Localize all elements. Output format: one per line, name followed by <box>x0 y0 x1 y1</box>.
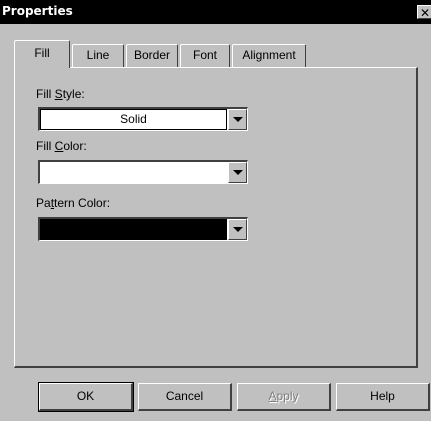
title-bar: Properties ✕ <box>0 0 431 24</box>
tab-border[interactable]: Border <box>126 44 178 67</box>
tab-alignment[interactable]: Alignment <box>232 44 306 67</box>
apply-button[interactable]: Apply <box>237 383 331 411</box>
tab-line[interactable]: Line <box>72 44 124 67</box>
cancel-button[interactable]: Cancel <box>138 383 232 411</box>
close-icon[interactable]: ✕ <box>417 5 431 20</box>
fill-tab-panel <box>14 67 418 368</box>
ok-button[interactable]: OK <box>38 382 134 412</box>
help-button[interactable]: Help <box>336 383 430 411</box>
window-title: Properties <box>2 4 73 18</box>
properties-dialog: Properties ✕ Fill Line Border Font Align… <box>0 0 431 421</box>
tab-fill[interactable]: Fill <box>14 40 70 68</box>
tab-font[interactable]: Font <box>180 44 230 67</box>
